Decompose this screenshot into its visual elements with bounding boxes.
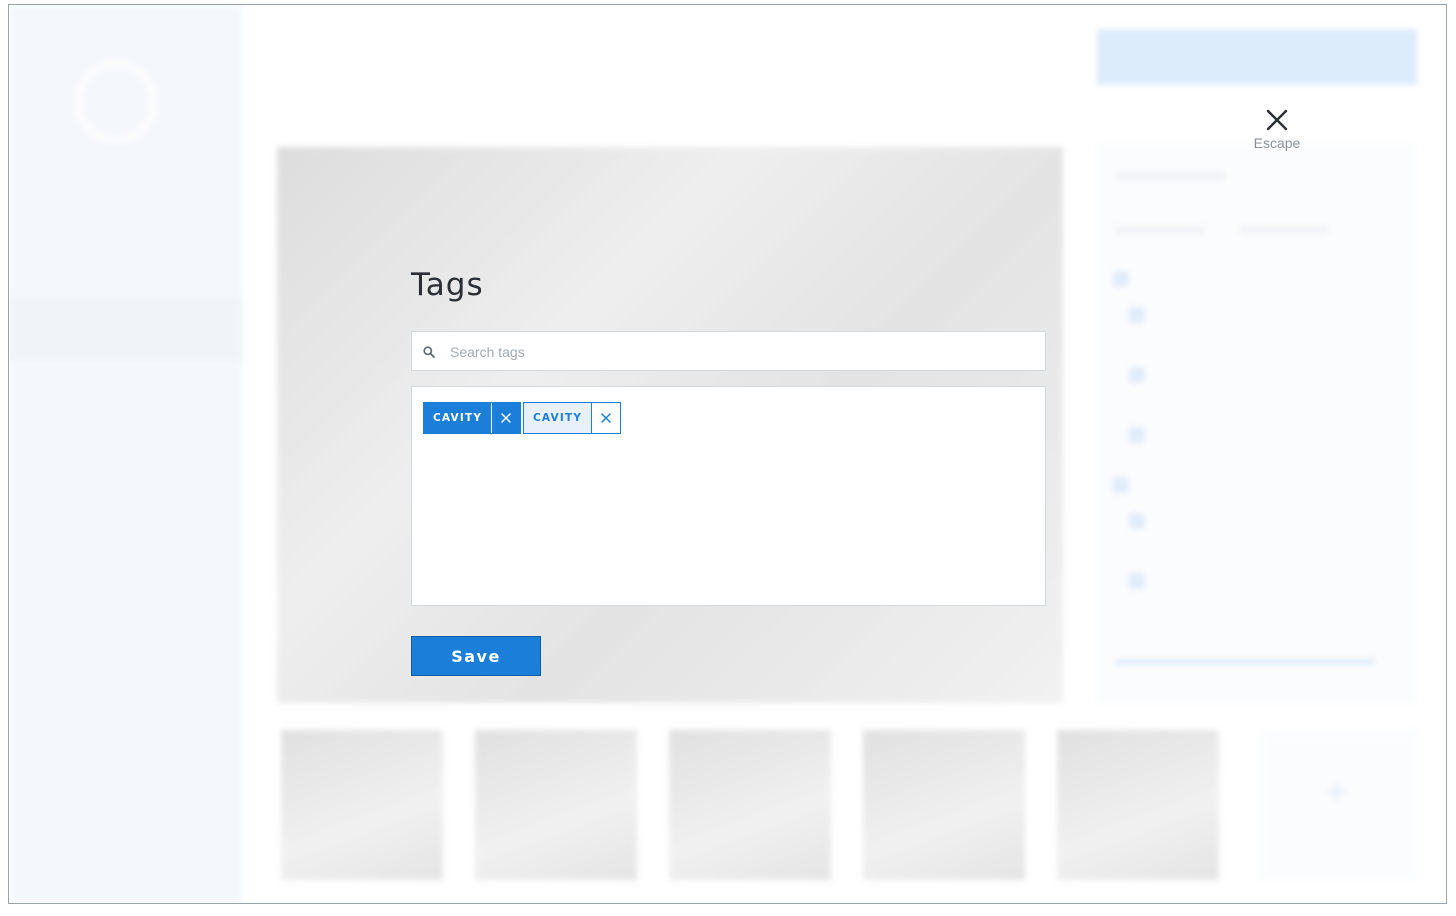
close-icon <box>601 413 611 423</box>
escape-label: Escape <box>1253 135 1301 151</box>
close-icon <box>1247 109 1307 131</box>
modal-title: Tags <box>411 267 484 303</box>
escape-button[interactable]: Escape <box>1247 109 1307 165</box>
tag-chip-cavity[interactable]: CAVITY <box>423 402 522 434</box>
save-button[interactable]: Save <box>411 636 541 676</box>
tag-chip-label: CAVITY <box>533 412 583 424</box>
tag-search-field[interactable] <box>411 331 1046 372</box>
app-window: + Escape Tags CAVITY <box>8 4 1447 904</box>
tag-chip-cavity[interactable]: CAVITY <box>523 402 622 434</box>
tag-remove-button[interactable] <box>591 403 621 433</box>
close-icon <box>501 413 511 423</box>
tag-chip-label: CAVITY <box>433 412 483 424</box>
selected-tags-area: CAVITY CAVITY <box>411 386 1046 606</box>
tag-remove-button[interactable] <box>491 403 520 433</box>
search-input[interactable] <box>448 332 1032 372</box>
search-icon <box>423 345 435 363</box>
